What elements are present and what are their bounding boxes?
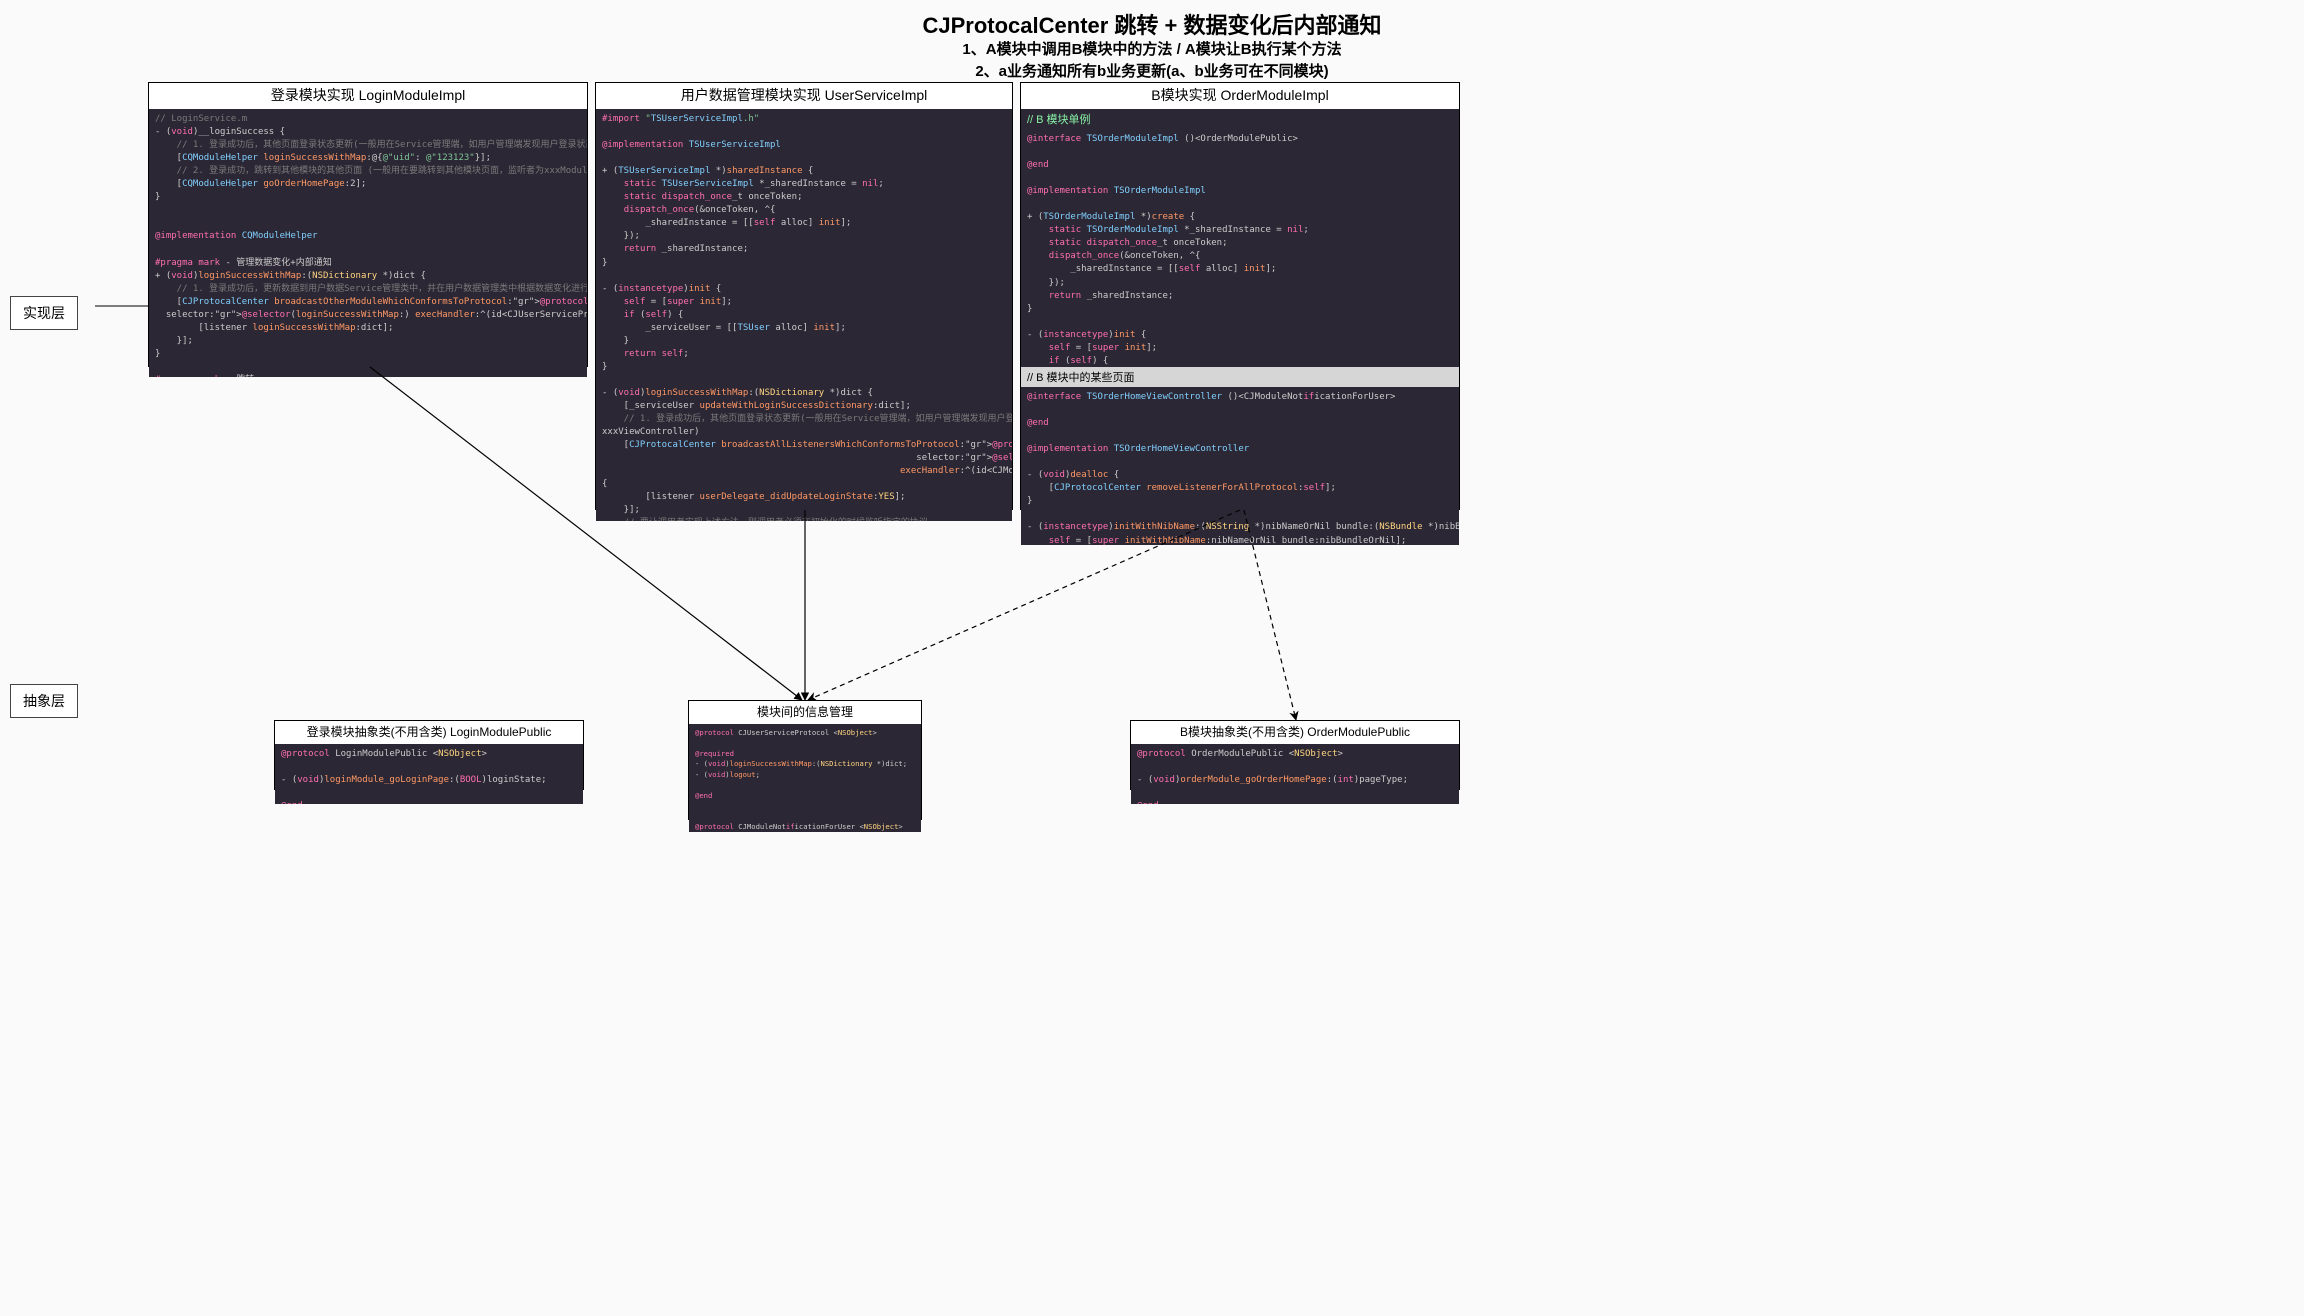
page-title: CJProtocalCenter 跳转 + 数据变化后内部通知 <box>0 8 2304 40</box>
box-order-pages-label: // B 模块中的某些页面 <box>1021 367 1459 387</box>
code-user-service-impl: #import "TSUserServiceImpl.h" @implement… <box>596 109 1012 521</box>
box-login-module-public-title: 登录模块抽象类(不用含类) LoginModulePublic <box>275 721 583 744</box>
code-order-home-vc: @interface TSOrderHomeViewController ()<… <box>1021 387 1459 545</box>
code-login-module-impl: // LoginService.m - (void)__loginSuccess… <box>149 109 587 377</box>
box-order-module-impl: B模块实现 OrderModuleImpl // B 模块单例 @interfa… <box>1020 82 1460 510</box>
box-order-singleton-label: // B 模块单例 <box>1021 109 1459 129</box>
box-login-module-public: 登录模块抽象类(不用含类) LoginModulePublic @protoco… <box>274 720 584 790</box>
box-order-module-impl-title: B模块实现 OrderModuleImpl <box>1021 83 1459 109</box>
page-subtitle-1: 1、A模块中调用B模块中的方法 / A模块让B执行某个方法 <box>0 38 2304 59</box>
code-login-module-public: @protocol LoginModulePublic <NSObject> -… <box>275 744 583 804</box>
box-user-service-impl: 用户数据管理模块实现 UserServiceImpl #import "TSUs… <box>595 82 1013 510</box>
code-inter-module-info: @protocol CJUserServiceProtocol <NSObjec… <box>689 724 921 832</box>
label-abs-layer: 抽象层 <box>10 684 78 718</box>
label-impl-layer: 实现层 <box>10 296 78 330</box>
box-inter-module-info: 模块间的信息管理 @protocol CJUserServiceProtocol… <box>688 700 922 820</box>
page-subtitle-2: 2、a业务通知所有b业务更新(a、b业务可在不同模块) <box>0 60 2304 81</box>
box-login-module-impl: 登录模块实现 LoginModuleImpl // LoginService.m… <box>148 82 588 367</box>
box-user-service-impl-title: 用户数据管理模块实现 UserServiceImpl <box>596 83 1012 109</box>
box-login-module-impl-title: 登录模块实现 LoginModuleImpl <box>149 83 587 109</box>
box-order-module-public-title: B模块抽象类(不用含类) OrderModulePublic <box>1131 721 1459 744</box>
box-inter-module-info-title: 模块间的信息管理 <box>689 701 921 724</box>
code-order-module-public: @protocol OrderModulePublic <NSObject> -… <box>1131 744 1459 804</box>
code-order-module-singleton: @interface TSOrderModuleImpl ()<OrderMod… <box>1021 129 1459 367</box>
box-order-module-public: B模块抽象类(不用含类) OrderModulePublic @protocol… <box>1130 720 1460 790</box>
